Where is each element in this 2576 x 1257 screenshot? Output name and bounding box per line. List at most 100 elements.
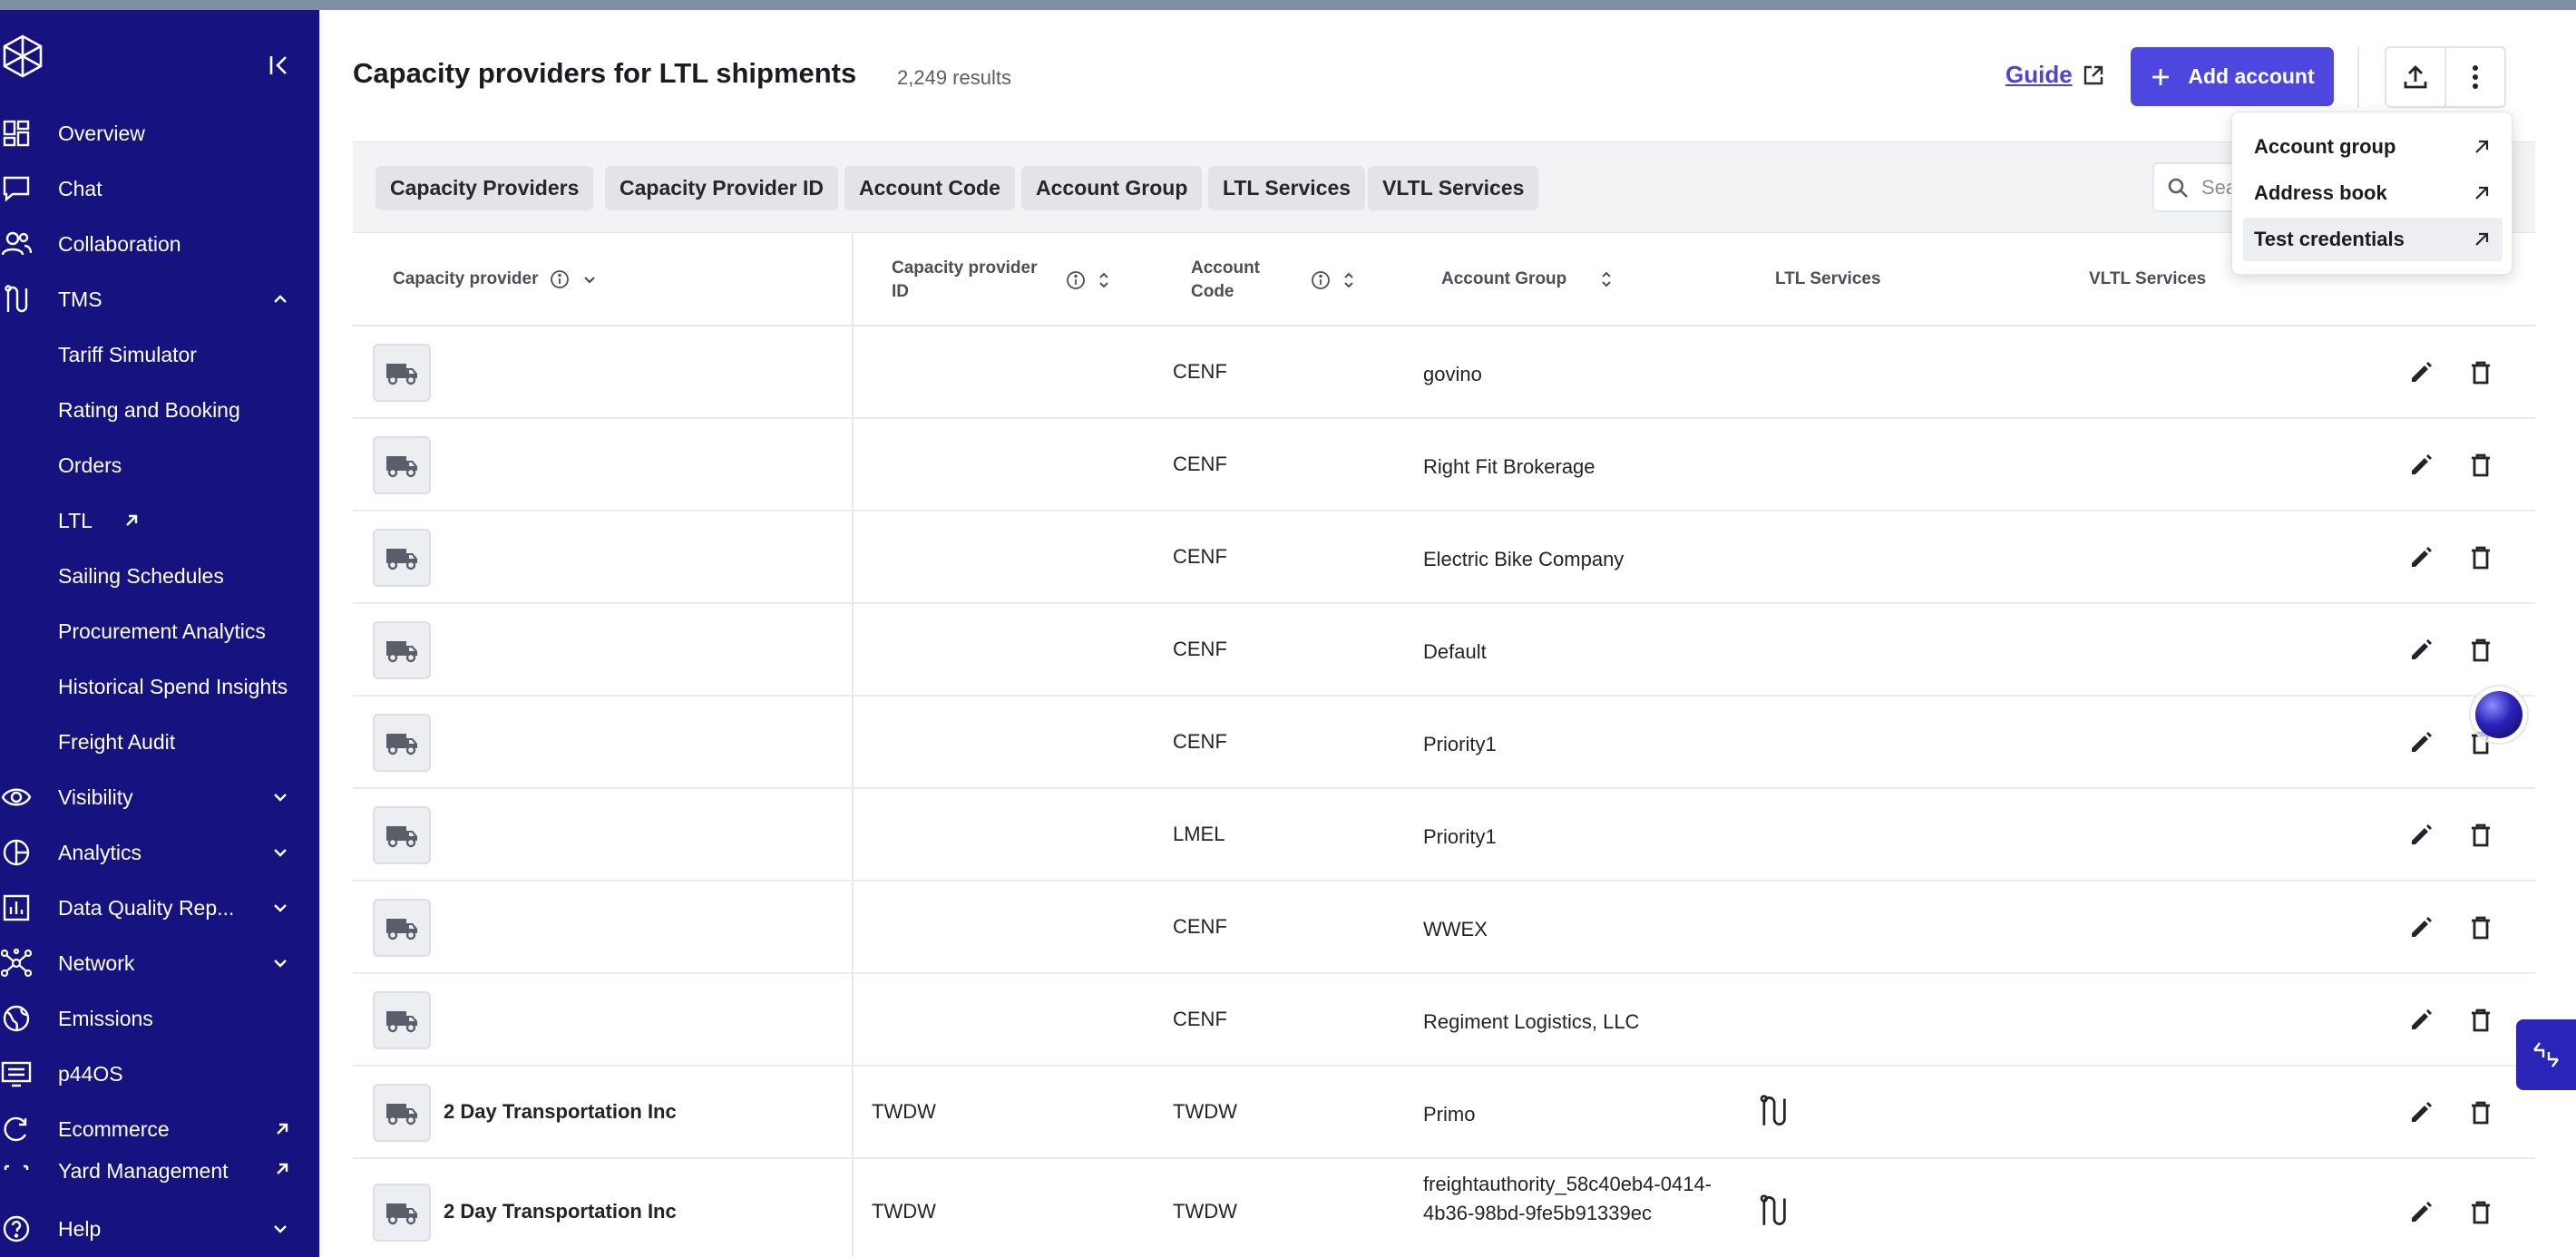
trash-icon (2472, 546, 2490, 570)
filter-chip-account-group[interactable]: Account Group (1021, 166, 1203, 210)
add-account-button[interactable]: Add account (2131, 47, 2334, 106)
assistant-orb-button[interactable] (2469, 685, 2529, 745)
filter-chip-capacity-providers[interactable]: Capacity Providers (376, 166, 594, 210)
logo-icon[interactable] (2, 34, 44, 79)
sidebar-item-emissions[interactable]: Emissions (0, 993, 319, 1044)
delete-button[interactable] (2464, 634, 2497, 667)
truck-icon (373, 621, 431, 679)
edit-button[interactable] (2405, 541, 2437, 574)
chevron-down-icon[interactable] (581, 270, 599, 288)
delete-button[interactable] (2464, 1196, 2497, 1229)
cell-account-group: Regiment Logistics, LLC (1423, 1010, 1640, 1033)
sidebar-item-overview[interactable]: Overview (0, 108, 319, 159)
edit-button[interactable] (2405, 1096, 2437, 1129)
edit-button[interactable] (2405, 1004, 2437, 1037)
sidebar-item-procurement-analytics[interactable]: Procurement Analytics (0, 606, 319, 657)
column-header-account-group[interactable]: Account Group (1441, 268, 1614, 291)
delete-button[interactable] (2464, 1096, 2497, 1129)
cell-account-code: TWDW (1173, 1100, 1237, 1123)
cell-account-group: Electric Bike Company (1423, 548, 1625, 570)
delete-button[interactable] (2464, 911, 2497, 944)
table-row[interactable]: LMEL Priority1 (353, 789, 2535, 882)
cell-account-code: CENF (1173, 545, 1227, 568)
cell-account-group: freightauthority_58c40eb4-0414-4b36-98bd… (1423, 1173, 1712, 1224)
filter-chip-account-code[interactable]: Account Code (844, 166, 1015, 210)
sidebar-item-label: Collaboration (58, 231, 181, 256)
sidebar-item-chat[interactable]: Chat (0, 163, 319, 214)
edit-button[interactable] (2405, 1196, 2437, 1229)
sidebar-item-yard-management[interactable]: Yard Management (0, 1152, 319, 1183)
filter-chip-capacity-provider-id[interactable]: Capacity Provider ID (605, 166, 838, 210)
edit-button[interactable] (2405, 911, 2437, 944)
table-row[interactable]: CENF Regiment Logistics, LLC (353, 974, 2535, 1067)
sidebar-item-p44os[interactable]: p44OS (0, 1048, 319, 1099)
sidebar-item-freight-audit[interactable]: Freight Audit (0, 716, 319, 767)
sidebar-item-tariff-simulator[interactable]: Tariff Simulator (0, 329, 319, 380)
column-header-capacity-provider[interactable]: Capacity provider (393, 268, 599, 291)
table-header: Capacity provider Capacity provider ID A… (353, 233, 2535, 326)
table-row[interactable]: CENF Right Fit Brokerage (353, 419, 2535, 512)
table-row[interactable]: CENF WWEX (353, 882, 2535, 974)
network-icon (0, 947, 33, 979)
table-row[interactable]: CENF govino (353, 326, 2535, 419)
chat-icon (0, 172, 33, 205)
sidebar-item-ecommerce[interactable]: Ecommerce (0, 1104, 319, 1155)
sidebar-item-data-quality-reports[interactable]: Data Quality Rep... (0, 882, 319, 933)
sidebar-item-orders[interactable]: Orders (0, 440, 319, 491)
menu-item-label: Test credentials (2254, 228, 2405, 250)
guide-link[interactable]: Guide (2005, 61, 2105, 89)
column-header-capacity-provider-id[interactable]: Capacity provider ID (892, 257, 1111, 304)
collapse-sidebar-icon[interactable] (265, 52, 292, 79)
column-header-account-code[interactable]: Account Code (1191, 257, 1356, 304)
info-icon[interactable] (1066, 270, 1086, 290)
trash-icon (2472, 1101, 2490, 1125)
feedback-button[interactable] (2516, 1019, 2576, 1090)
sidebar-item-sailing-schedules[interactable]: Sailing Schedules (0, 551, 319, 601)
edit-button[interactable] (2405, 356, 2437, 389)
table-row[interactable]: CENF Priority1 (353, 697, 2535, 789)
sidebar-item-collaboration[interactable]: Collaboration (0, 219, 319, 269)
truck-icon (373, 344, 431, 402)
window-top-strip (0, 0, 2576, 10)
delete-button[interactable] (2464, 356, 2497, 389)
delete-button[interactable] (2464, 449, 2497, 482)
more-options-button[interactable] (2444, 46, 2506, 108)
edit-button[interactable] (2405, 726, 2437, 759)
sort-icon[interactable] (1097, 269, 1111, 291)
filter-chip-ltl-services[interactable]: LTL Services (1208, 166, 1366, 210)
cell-provider-id: TWDW (872, 1200, 936, 1223)
chevron-down-icon (274, 849, 287, 857)
cell-account-code: CENF (1173, 1008, 1227, 1030)
filter-chip-vltl-services[interactable]: VLTL Services (1368, 166, 1539, 210)
results-count: 2,249 results (897, 66, 1011, 89)
page-header: Capacity providers for LTL shipments 2,2… (353, 10, 2535, 141)
export-button[interactable] (2385, 46, 2446, 108)
table-row[interactable]: 2 Day Transportation Inc TWDW TWDW freighta… (353, 1159, 2535, 1257)
edit-button[interactable] (2405, 449, 2437, 482)
sidebar-item-historical-spend-insights[interactable]: Historical Spend Insights (0, 661, 319, 712)
table-row[interactable]: 2 Day Transportation Inc TWDW TWDW Primo (353, 1067, 2535, 1159)
info-icon[interactable] (550, 269, 570, 289)
delete-button[interactable] (2464, 1004, 2497, 1037)
trash-icon (2472, 1201, 2490, 1224)
menu-item-account-group[interactable]: Account group (2243, 125, 2503, 169)
edit-button[interactable] (2405, 819, 2437, 852)
sidebar-item-network[interactable]: Network (0, 938, 319, 989)
sort-icon[interactable] (1599, 268, 1614, 290)
search-icon (2168, 178, 2188, 198)
menu-item-address-book[interactable]: Address book (2243, 171, 2503, 215)
table-row[interactable]: CENF Default (353, 604, 2535, 697)
edit-button[interactable] (2405, 634, 2437, 667)
sidebar-item-visibility[interactable]: Visibility (0, 772, 319, 823)
menu-item-test-credentials[interactable]: Test credentials (2243, 218, 2503, 261)
delete-button[interactable] (2464, 819, 2497, 852)
delete-button[interactable] (2464, 541, 2497, 574)
sidebar-item-help[interactable]: Help (0, 1203, 319, 1254)
sidebar-item-analytics[interactable]: Analytics (0, 827, 319, 878)
sort-icon[interactable] (1342, 269, 1356, 291)
sidebar-item-ltl[interactable]: LTL (0, 495, 319, 546)
sidebar-item-rating-and-booking[interactable]: Rating and Booking (0, 385, 319, 435)
table-row[interactable]: CENF Electric Bike Company (353, 512, 2535, 604)
sidebar-item-tms[interactable]: TMS (0, 274, 319, 325)
info-icon[interactable] (1311, 270, 1331, 290)
